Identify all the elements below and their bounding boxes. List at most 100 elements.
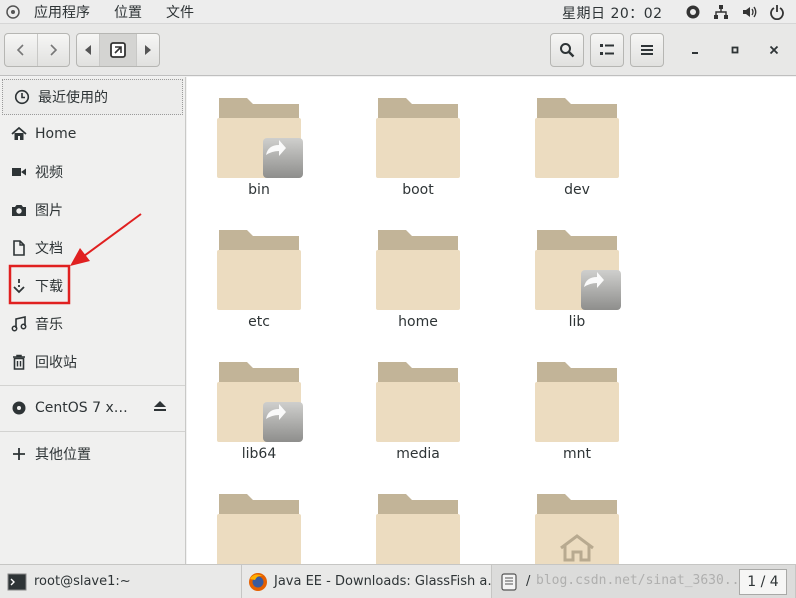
folder-item[interactable] xyxy=(204,490,314,564)
trash-icon xyxy=(10,353,28,371)
folder-name: dev xyxy=(564,182,590,198)
folder-icon xyxy=(535,490,619,564)
sidebar-item-videos[interactable]: 视频 xyxy=(0,154,185,190)
files-menu[interactable]: 文件 xyxy=(154,2,206,22)
sidebar-divider xyxy=(0,385,185,386)
taskbar: root@slave1:~ Java EE - Downloads: Glass… xyxy=(0,564,796,598)
sidebar-item-label: Home xyxy=(35,126,77,142)
taskbar-item-label: Java EE - Downloads: GlassFish a… xyxy=(274,574,492,589)
folder-name: boot xyxy=(402,182,434,198)
network-icon[interactable] xyxy=(712,3,730,21)
sidebar-item-pictures[interactable]: 图片 xyxy=(0,192,185,228)
chevron-right-icon xyxy=(50,44,58,56)
folder-icon xyxy=(217,358,303,442)
sidebar-item-label: 文档 xyxy=(35,241,63,257)
top-bar: 应用程序 位置 文件 星期日 20：02 xyxy=(0,0,796,24)
clock[interactable]: 星期日 20：02 xyxy=(562,3,663,23)
folder-name: lib64 xyxy=(241,446,277,462)
folder-icon xyxy=(217,94,303,178)
triangle-right-icon xyxy=(145,45,151,55)
applications-icon[interactable] xyxy=(4,3,22,21)
video-icon xyxy=(10,163,28,181)
folder-item[interactable]: dev xyxy=(522,94,632,198)
sidebar-item-music[interactable]: 音乐 xyxy=(0,306,185,342)
symlink-arrow-icon xyxy=(581,270,621,310)
sidebar-item-recent[interactable]: 最近使用的 xyxy=(2,79,183,115)
header-bar xyxy=(0,24,796,76)
music-icon xyxy=(10,315,28,333)
folder-item[interactable]: lib xyxy=(522,226,632,330)
sidebar-item-downloads[interactable]: 下载 xyxy=(0,268,185,304)
folder-item[interactable]: media xyxy=(363,358,473,462)
sidebar-item-other-locations[interactable]: 其他位置 xyxy=(0,436,185,472)
folder-icon xyxy=(376,94,460,178)
folder-item[interactable]: mnt xyxy=(522,358,632,462)
hamburger-icon xyxy=(641,45,653,55)
sidebar-item-label: 最近使用的 xyxy=(38,90,108,106)
folder-item[interactable]: etc xyxy=(204,226,314,330)
taskbar-item-firefox[interactable]: Java EE - Downloads: GlassFish a… xyxy=(242,565,492,598)
applications-menu[interactable]: 应用程序 xyxy=(22,2,102,22)
forward-button[interactable] xyxy=(36,34,70,66)
workspace-indicator[interactable]: 1 / 4 xyxy=(739,569,787,595)
places-menu[interactable]: 位置 xyxy=(102,2,154,22)
back-button[interactable] xyxy=(5,34,37,66)
maximize-icon xyxy=(731,46,739,54)
clock-icon xyxy=(13,88,31,106)
sidebar-item-label: 音乐 xyxy=(35,317,63,333)
search-button[interactable] xyxy=(550,33,584,67)
sidebar-item-label: 视频 xyxy=(35,165,63,181)
sidebar-item-label: 回收站 xyxy=(35,355,77,371)
maximize-button[interactable] xyxy=(718,36,752,64)
close-icon xyxy=(769,45,779,55)
sidebar-item-documents[interactable]: 文档 xyxy=(0,230,185,266)
taskbar-item-terminal[interactable]: root@slave1:~ xyxy=(0,565,242,598)
chevron-left-icon xyxy=(16,44,24,56)
folder-icon xyxy=(376,490,460,564)
volume-icon[interactable] xyxy=(740,3,758,21)
folder-icon xyxy=(376,226,460,310)
folder-name: etc xyxy=(248,314,270,330)
accessibility-icon[interactable] xyxy=(684,3,702,21)
home-icon xyxy=(10,125,28,143)
power-icon[interactable] xyxy=(768,3,786,21)
view-mode-button[interactable] xyxy=(590,33,624,67)
path-bar xyxy=(76,33,160,67)
folder-item[interactable]: home xyxy=(363,226,473,330)
sidebar-item-home[interactable]: Home xyxy=(0,116,185,152)
path-scroll-right-button[interactable] xyxy=(137,34,159,66)
path-root-button[interactable] xyxy=(99,34,137,66)
sidebar-item-label: 其他位置 xyxy=(35,447,91,463)
folder-item[interactable] xyxy=(522,490,632,564)
taskbar-item-files[interactable]: / blog.csdn.net/sinat_3630... 1 / 4 xyxy=(492,565,796,598)
taskbar-item-label: / xyxy=(526,574,531,589)
folder-item[interactable]: bin xyxy=(204,94,314,198)
menu-button[interactable] xyxy=(630,33,664,67)
file-grid: bin boot dev etc home lib lib64 media mnt xyxy=(187,77,796,564)
drive-icon xyxy=(110,42,126,58)
sidebar-item-label: 图片 xyxy=(35,203,63,219)
sidebar-item-trash[interactable]: 回收站 xyxy=(0,344,185,380)
files-icon xyxy=(498,571,520,593)
folder-name: media xyxy=(396,446,440,462)
folder-icon xyxy=(217,226,301,310)
minimize-button[interactable] xyxy=(678,36,712,64)
folder-item[interactable]: lib64 xyxy=(204,358,314,462)
folder-icon xyxy=(535,94,619,178)
taskbar-item-label: root@slave1:~ xyxy=(34,574,131,589)
path-scroll-left-button[interactable] xyxy=(77,34,99,66)
navigation-buttons xyxy=(4,33,70,67)
folder-name: home xyxy=(398,314,438,330)
list-view-icon xyxy=(600,44,614,55)
folder-item[interactable] xyxy=(363,490,473,564)
eject-icon[interactable] xyxy=(153,400,167,416)
sidebar: 最近使用的 Home 视频 图片 文档 下载 音乐 回收站 CentOS 7 x… xyxy=(0,77,186,564)
close-button[interactable] xyxy=(757,36,791,64)
folder-name: lib xyxy=(568,314,586,330)
sidebar-divider xyxy=(0,431,185,432)
folder-name: bin xyxy=(248,182,270,198)
folder-item[interactable]: boot xyxy=(363,94,473,198)
folder-icon xyxy=(535,358,619,442)
sidebar-item-centos-disc[interactable]: CentOS 7 x… xyxy=(0,390,185,426)
plus-icon xyxy=(10,445,28,463)
